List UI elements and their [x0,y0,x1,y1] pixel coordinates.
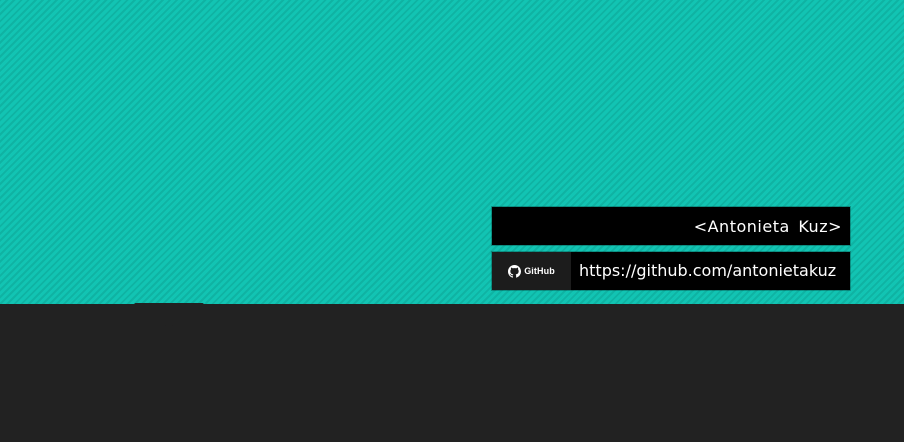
github-url-link[interactable]: https://github.com/antonietakuz [579,252,836,290]
profile-name: <Antonieta Kuz> [693,217,842,236]
github-badge[interactable]: GitHub [492,252,571,290]
name-card: <Antonieta Kuz> [492,207,850,245]
github-label: GitHub [524,266,555,276]
github-link-card[interactable]: GitHub https://github.com/antonietakuz [492,252,850,290]
section-pointer [134,303,204,327]
github-icon [508,264,522,278]
profile-page: <Antonieta Kuz> GitHub https://github.co… [0,0,904,442]
